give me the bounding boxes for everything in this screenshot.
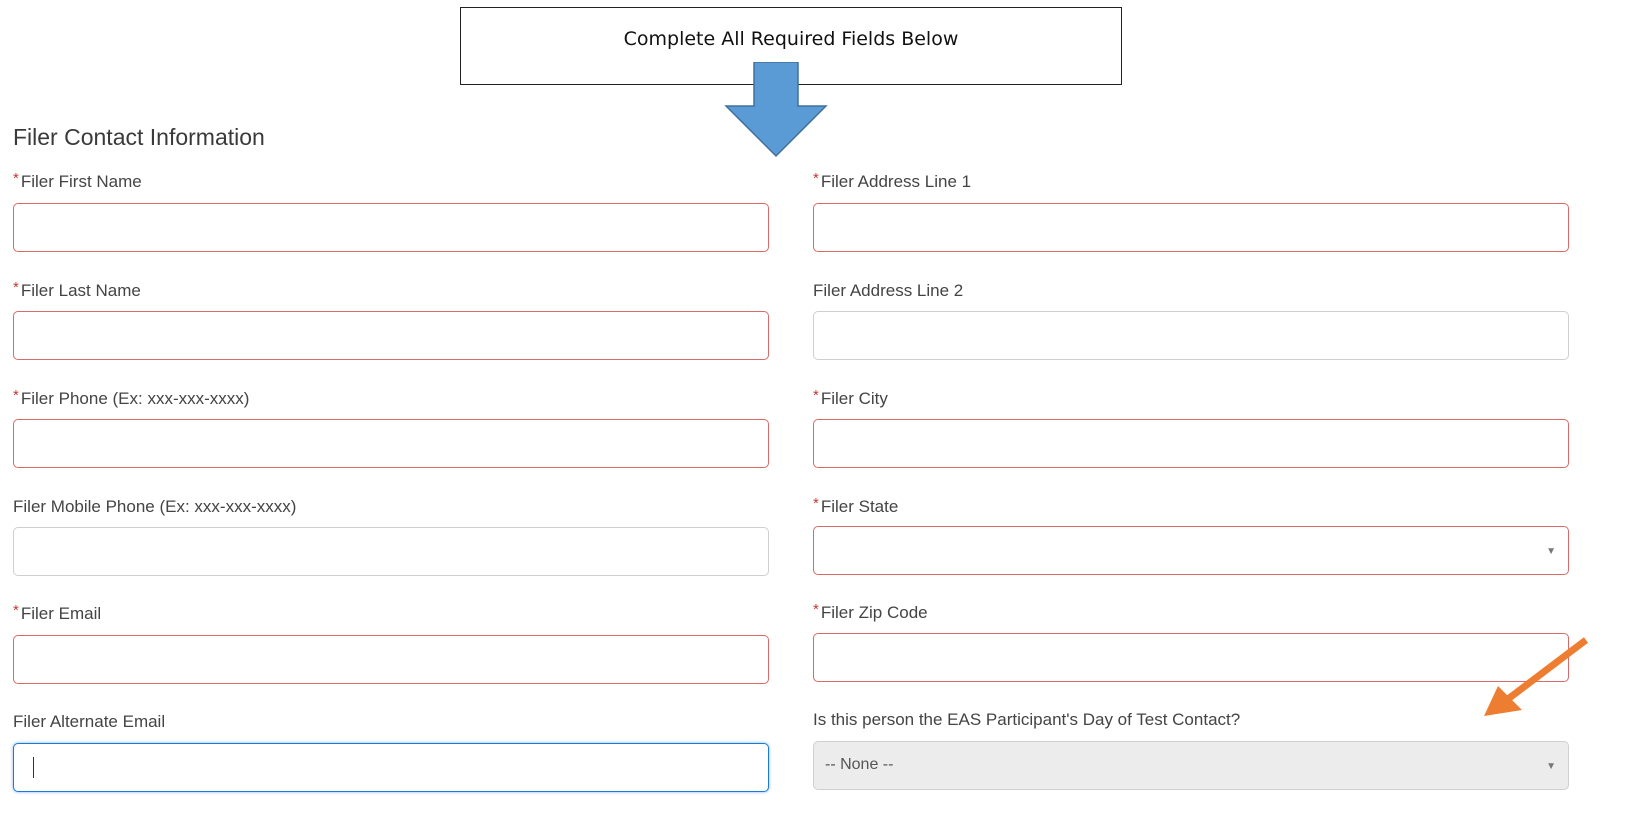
filer-address-line-2-input[interactable] xyxy=(813,311,1569,360)
required-marker: * xyxy=(13,170,19,187)
label-filer-alternate-email: Filer Alternate Email xyxy=(13,712,166,731)
required-marker: * xyxy=(813,495,819,512)
select-value: -- None -- xyxy=(825,756,894,773)
filer-mobile-phone-input[interactable] xyxy=(13,527,769,576)
required-marker: * xyxy=(813,387,819,404)
filer-zip-code-input[interactable] xyxy=(813,633,1569,682)
filer-email-input[interactable] xyxy=(13,635,769,684)
label-filer-zip-code: * Filer Zip Code xyxy=(813,601,928,622)
required-marker: * xyxy=(813,601,819,618)
down-arrow-icon xyxy=(724,62,828,158)
filer-city-input[interactable] xyxy=(813,419,1569,468)
label-filer-email: * Filer Email xyxy=(13,602,102,623)
label-filer-state: * Filer State xyxy=(813,495,899,516)
filer-first-name-input[interactable] xyxy=(13,203,769,252)
text-cursor xyxy=(33,757,34,778)
label-filer-address-line-1: * Filer Address Line 1 xyxy=(813,170,972,191)
filer-last-name-input[interactable] xyxy=(13,311,769,360)
chevron-down-icon: ▼ xyxy=(1546,761,1556,772)
label-filer-phone: * Filer Phone (Ex: xxx-xxx-xxxx) xyxy=(13,387,250,408)
section-title: Filer Contact Information xyxy=(13,124,265,150)
label-filer-address-line-2: Filer Address Line 2 xyxy=(813,281,964,300)
label-day-of-test-contact: Is this person the EAS Participant's Day… xyxy=(813,710,1241,729)
filer-address-line-1-input[interactable] xyxy=(813,203,1569,252)
label-filer-first-name: * Filer First Name xyxy=(13,170,142,191)
required-marker: * xyxy=(813,170,819,187)
required-marker: * xyxy=(13,602,19,619)
callout-text: Complete All Required Fields Below xyxy=(623,28,959,50)
required-marker: * xyxy=(13,387,19,404)
filer-alternate-email-input[interactable] xyxy=(13,743,769,792)
pointer-arrow-icon xyxy=(1484,637,1589,716)
filer-state-select[interactable]: ▼ xyxy=(813,526,1569,575)
label-filer-mobile-phone: Filer Mobile Phone (Ex: xxx-xxx-xxxx) xyxy=(13,497,297,516)
label-filer-city: * Filer City xyxy=(813,387,888,408)
required-marker: * xyxy=(13,279,19,296)
day-of-test-contact-select[interactable]: -- None -- ▼ xyxy=(813,741,1569,790)
chevron-down-icon: ▼ xyxy=(1546,546,1556,557)
label-filer-last-name: * Filer Last Name xyxy=(13,279,141,300)
filer-phone-input[interactable] xyxy=(13,419,769,468)
